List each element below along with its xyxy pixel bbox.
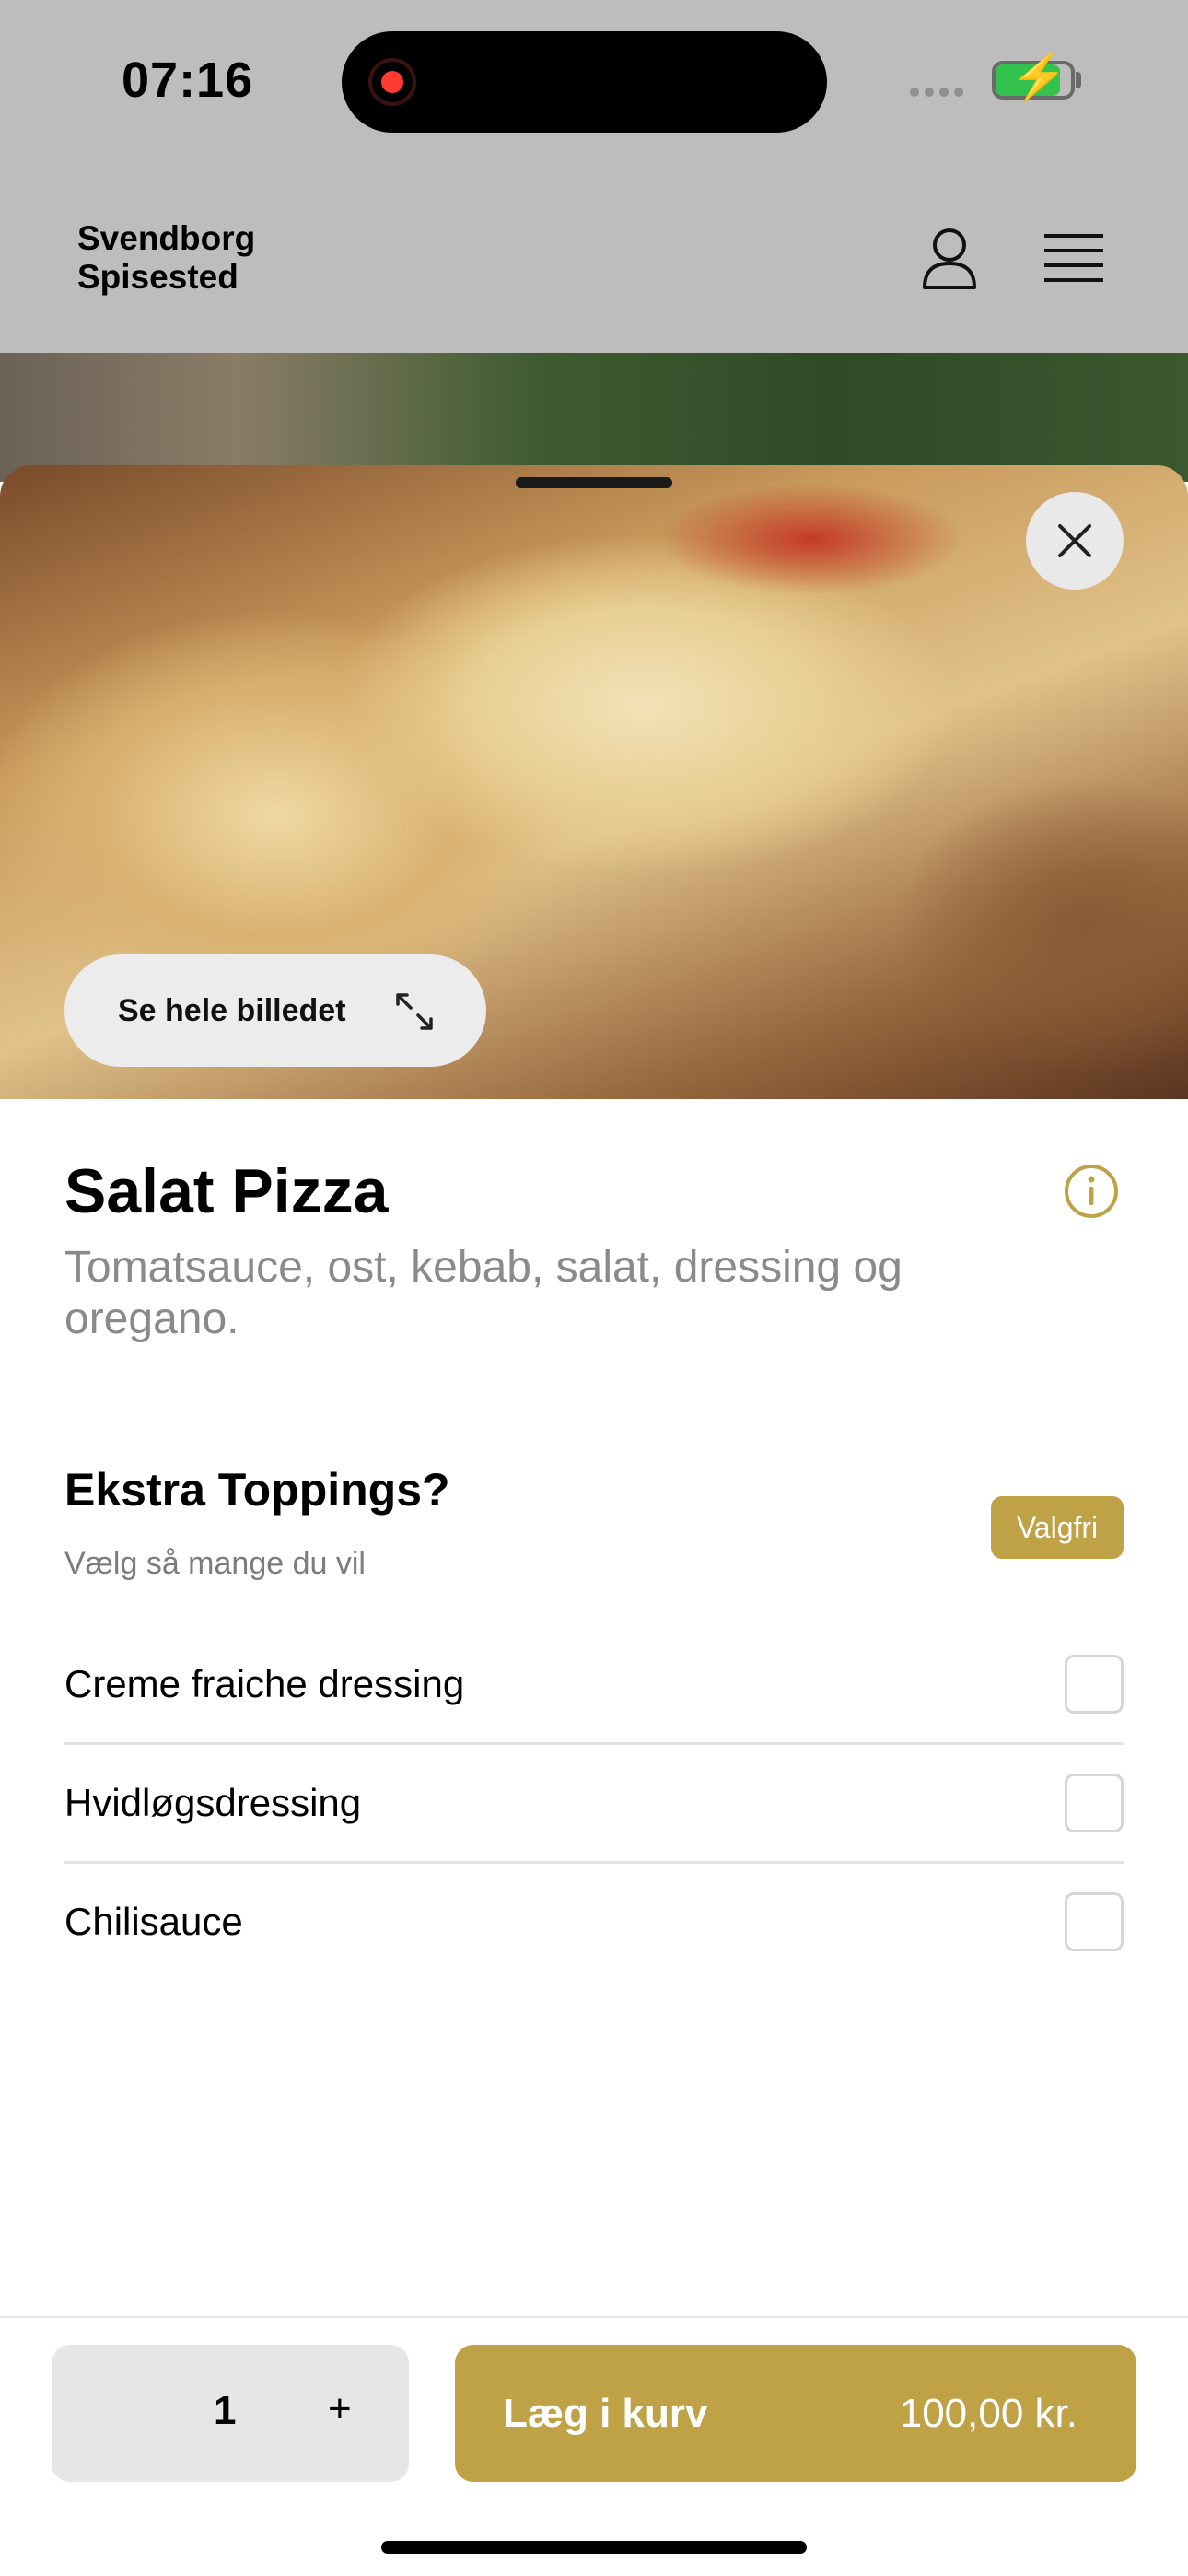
menu-icon[interactable] bbox=[1044, 232, 1103, 284]
signal-icon bbox=[910, 85, 969, 101]
quantity-value: 1 bbox=[214, 2388, 237, 2433]
charging-bolt-icon: ⚡ bbox=[1010, 51, 1068, 102]
option-item[interactable]: Chilisauce bbox=[64, 1863, 1124, 1981]
add-to-cart-label: Læg i kurv bbox=[503, 2390, 708, 2436]
expand-icon bbox=[396, 993, 433, 1030]
option-label: Chilisauce bbox=[64, 1900, 243, 1943]
close-icon[interactable] bbox=[1026, 492, 1124, 590]
quantity-increase-button[interactable]: + bbox=[328, 2386, 352, 2432]
info-icon[interactable] bbox=[1063, 1163, 1120, 1220]
option-checkbox[interactable] bbox=[1065, 1655, 1124, 1714]
option-checkbox[interactable] bbox=[1065, 1774, 1124, 1832]
sheet-grabber[interactable] bbox=[516, 477, 672, 488]
product-description: Tomatsauce, ost, kebab, salat, dressing … bbox=[64, 1243, 903, 1343]
see-full-image-label: Se hele billedet bbox=[118, 992, 346, 1028]
footer-divider bbox=[0, 2316, 1188, 2318]
option-label: Hvidløgsdressing bbox=[64, 1781, 362, 1824]
brand-line-2: Spisested bbox=[77, 258, 239, 296]
option-label: Creme fraiche dressing bbox=[64, 1662, 465, 1705]
options-group-subtitle: Vælg så mange du vil bbox=[64, 1546, 366, 1581]
options-group-title: Ekstra Toppings? bbox=[64, 1464, 450, 1516]
brand-line-1: Svendborg bbox=[77, 219, 256, 257]
home-indicator[interactable] bbox=[381, 2541, 807, 2554]
optional-badge: Valgfri bbox=[991, 1496, 1124, 1559]
price-label: 100,00 kr. bbox=[899, 2390, 1077, 2436]
add-to-cart-button[interactable]: Læg i kurv 100,00 kr. bbox=[455, 2345, 1136, 2482]
option-item[interactable]: Creme fraiche dressing bbox=[64, 1625, 1124, 1743]
recording-indicator-icon bbox=[368, 58, 416, 106]
option-checkbox[interactable] bbox=[1065, 1892, 1124, 1951]
user-icon[interactable] bbox=[921, 227, 978, 291]
brand-logo[interactable]: Svendborg Spisested bbox=[77, 219, 255, 297]
background-food-image bbox=[0, 353, 1188, 482]
option-item[interactable]: Hvidløgsdressing bbox=[64, 1744, 1124, 1862]
battery-tip bbox=[1076, 72, 1081, 88]
status-time: 07:16 bbox=[122, 53, 254, 108]
product-title: Salat Pizza bbox=[64, 1156, 389, 1226]
